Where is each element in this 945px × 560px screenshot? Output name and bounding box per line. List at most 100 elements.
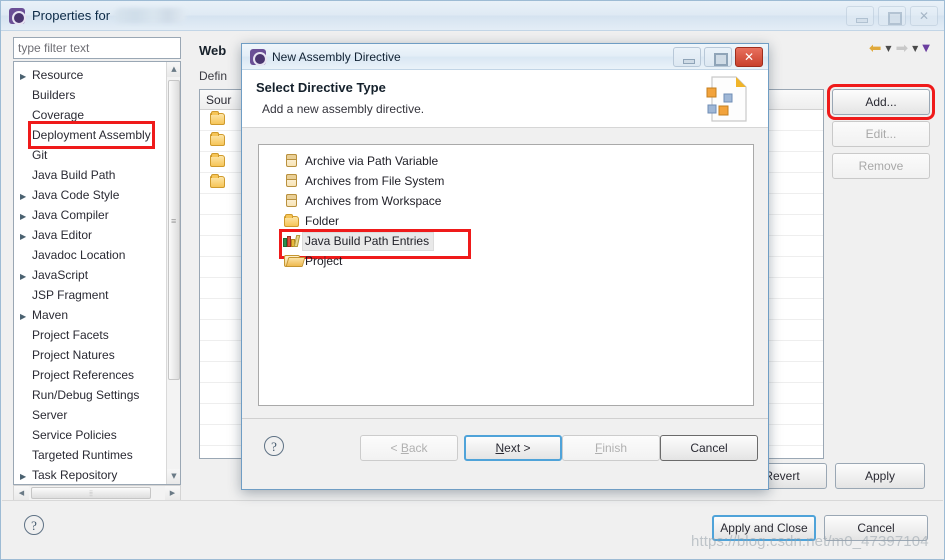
folder-icon	[210, 174, 225, 188]
expand-arrow-icon[interactable]: ▶	[20, 187, 32, 207]
tree-item-project-references[interactable]: ▶Project References	[14, 365, 166, 385]
expand-arrow-icon[interactable]: ▶	[20, 207, 32, 227]
view-menu-chevron-down-icon[interactable]: ▼	[922, 43, 930, 54]
jar-icon	[286, 174, 297, 187]
back-arrow-icon[interactable]: ⬅	[869, 41, 882, 56]
h-scroll-thumb[interactable]: ⦙⦙	[31, 487, 151, 499]
tree-item-deployment-assembly[interactable]: ▶Deployment Assembly	[14, 121, 166, 149]
directive-item-archives-from-file-system[interactable]: Archives from File System	[279, 171, 753, 191]
expand-arrow-icon[interactable]: ▶	[20, 467, 32, 484]
tree-item-targeted-runtimes[interactable]: ▶Targeted Runtimes	[14, 445, 166, 465]
folder-icon	[210, 111, 225, 125]
apply-button[interactable]: Apply	[835, 463, 925, 489]
main-titlebar[interactable]: Properties for ✕	[1, 1, 944, 31]
directive-item-label: Archive via Path Variable	[305, 154, 439, 168]
dialog-header: Select Directive Type Add a new assembly…	[242, 70, 768, 128]
remove-button[interactable]: Remove	[832, 153, 930, 179]
tree-vertical-scrollbar[interactable]: ▲ ▼	[166, 62, 180, 484]
tree-item-label: Project Natures	[32, 348, 115, 362]
dialog-window-controls[interactable]: ✕	[673, 47, 763, 67]
directive-item-label: Java Build Path Entries	[301, 232, 435, 251]
tree-indent-spacer: ▶	[20, 127, 32, 147]
tree-indent-spacer: ▶	[20, 427, 32, 447]
tree-item-java-compiler[interactable]: ▶ Java Compiler	[14, 205, 166, 225]
tree-item-label: Run/Debug Settings	[32, 388, 140, 402]
forward-arrow-icon[interactable]: ➡	[896, 41, 909, 56]
back-button[interactable]: < Back	[360, 435, 458, 461]
tree-item-label: Project Facets	[32, 328, 109, 342]
minimize-button[interactable]	[846, 6, 874, 26]
scroll-up-icon[interactable]: ▲	[167, 62, 180, 77]
dialog-maximize-button[interactable]	[704, 47, 732, 67]
tree-item-service-policies[interactable]: ▶Service Policies	[14, 425, 166, 445]
expand-arrow-icon[interactable]: ▶	[20, 307, 32, 327]
directive-item-archive-via-path-variable[interactable]: Archive via Path Variable	[279, 151, 753, 171]
tree-item-project-natures[interactable]: ▶Project Natures	[14, 345, 166, 365]
scroll-left-icon[interactable]: ◀	[14, 486, 29, 500]
tree-item-coverage[interactable]: ▶Coverage	[14, 105, 166, 125]
finish-button[interactable]: Finish	[562, 435, 660, 461]
dialog-help-icon[interactable]: ?	[264, 436, 284, 456]
tree-item-server[interactable]: ▶Server	[14, 405, 166, 425]
tree-item-project-facets[interactable]: ▶Project Facets	[14, 325, 166, 345]
tree-item-builders[interactable]: ▶Builders	[14, 85, 166, 105]
tree-item-java-editor[interactable]: ▶ Java Editor	[14, 225, 166, 245]
tree-item-maven[interactable]: ▶ Maven	[14, 305, 166, 325]
tree-item-label: Java Compiler	[32, 208, 109, 222]
tree-item-label: Server	[32, 408, 68, 422]
dialog-close-icon[interactable]: ✕	[735, 47, 763, 67]
folder-icon	[210, 132, 225, 146]
expand-arrow-icon[interactable]: ▶	[20, 267, 32, 287]
tree-item-javadoc-location[interactable]: ▶Javadoc Location	[14, 245, 166, 265]
directive-item-archives-from-workspace[interactable]: Archives from Workspace	[279, 191, 753, 211]
tree-item-label: Git	[32, 148, 48, 162]
tree-item-label: Java Code Style	[32, 188, 120, 202]
directive-item-label: Folder	[305, 214, 340, 228]
edit-button[interactable]: Edit...	[832, 121, 930, 147]
directive-item-folder[interactable]: Folder	[279, 211, 753, 231]
dialog-cancel-button[interactable]: Cancel	[660, 435, 758, 461]
scroll-thumb[interactable]	[168, 80, 180, 380]
tree-indent-spacer: ▶	[20, 247, 32, 267]
directive-item-label: Project	[305, 254, 343, 268]
next-button[interactable]: Next >	[464, 435, 562, 461]
tree-item-jsp-fragment[interactable]: ▶JSP Fragment	[14, 285, 166, 305]
tree-indent-spacer: ▶	[20, 147, 32, 167]
tree-item-label: JSP Fragment	[32, 288, 109, 302]
tree-item-label: Targeted Runtimes	[32, 448, 133, 462]
maximize-button[interactable]	[878, 6, 906, 26]
directive-item-project[interactable]: Project	[279, 251, 753, 271]
tree-item-run-debug-settings[interactable]: ▶Run/Debug Settings	[14, 385, 166, 405]
scroll-down-icon[interactable]: ▼	[167, 469, 180, 484]
filter-input[interactable]: type filter text	[13, 37, 181, 59]
close-icon[interactable]: ✕	[910, 6, 938, 26]
tree-item-label: Resource	[32, 68, 84, 82]
tree-item-label: Service Policies	[32, 428, 117, 442]
tree-item-label: Deployment Assembly	[28, 121, 155, 149]
forward-menu-chevron-down-icon[interactable]: ▼	[912, 44, 918, 53]
back-menu-chevron-down-icon[interactable]: ▼	[885, 44, 891, 53]
navigation-toolbar[interactable]: ⬅ ▼ ➡ ▼ ▼	[869, 41, 930, 56]
help-icon[interactable]: ?	[24, 515, 44, 535]
main-window-controls[interactable]: ✕	[846, 6, 938, 26]
books-icon	[283, 234, 301, 247]
tree-item-task-repository[interactable]: ▶ Task Repository	[14, 465, 166, 484]
tree-horizontal-scrollbar[interactable]: ◀ ⦙⦙ ▶	[13, 485, 181, 501]
tree-indent-spacer: ▶	[20, 367, 32, 387]
scroll-right-icon[interactable]: ▶	[165, 486, 180, 500]
add-button[interactable]: Add...	[827, 84, 935, 120]
tree-item-git[interactable]: ▶Git	[14, 145, 166, 165]
expand-arrow-icon[interactable]: ▶	[20, 227, 32, 247]
directive-type-list[interactable]: Archive via Path Variable Archives from F…	[258, 144, 754, 406]
dialog-minimize-button[interactable]	[673, 47, 701, 67]
tree-item-java-code-style[interactable]: ▶ Java Code Style	[14, 185, 166, 205]
tree-item-javascript[interactable]: ▶ JavaScript	[14, 265, 166, 285]
dialog-titlebar[interactable]: New Assembly Directive ✕	[242, 44, 768, 70]
directive-item-java-build-path-entries[interactable]: Java Build Path Entries	[279, 229, 753, 259]
settings-tree[interactable]: ▶Resource▶Builders▶Coverage▶Deployment A…	[13, 61, 181, 485]
expand-arrow-icon[interactable]: ▶	[20, 67, 32, 87]
tree-item-java-build-path[interactable]: ▶Java Build Path	[14, 165, 166, 185]
assembly-table-buttons: Add... Edit... Remove	[827, 84, 935, 185]
tree-item-resource[interactable]: ▶ Resource	[14, 65, 166, 85]
tree-indent-spacer: ▶	[20, 407, 32, 427]
